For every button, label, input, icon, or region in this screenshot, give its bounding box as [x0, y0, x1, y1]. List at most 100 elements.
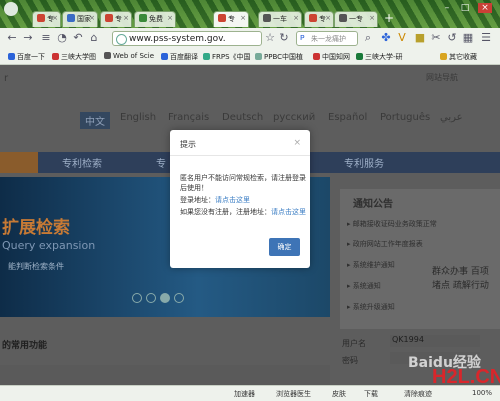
page-icon [339, 14, 347, 22]
grid-icon[interactable]: ▦ [462, 32, 474, 44]
bookmark-item[interactable]: 百度一下 [8, 52, 45, 62]
status-bar: 加速器 浏览器医生 皮肤 下载 清除痕迹 100% [0, 385, 500, 401]
clear-history-button[interactable]: 清除痕迹 [404, 389, 432, 399]
lang-portuguese[interactable]: Português [380, 112, 430, 123]
carousel-dot-active[interactable] [160, 293, 170, 303]
refresh-icon[interactable]: ↻ [278, 32, 290, 44]
password-label: 密码 [342, 356, 358, 365]
dialog-login-row: 登录地址：请点击这里 [180, 196, 250, 204]
bookmark-item[interactable]: 中国知网 [313, 52, 350, 62]
nav-patent-search[interactable]: 专利检索 [62, 155, 102, 170]
accelerator-button[interactable]: 加速器 [234, 389, 255, 399]
search-icon[interactable]: ⌕ [362, 32, 374, 44]
bookmark-item[interactable]: 百度翻译 [161, 52, 198, 62]
ad-sticker: 群众办事 百项堵点 疏解行动 [432, 267, 489, 291]
hero-description: 能判断检索条件 [8, 262, 64, 271]
wos-icon [104, 52, 111, 59]
forward-icon[interactable]: → [22, 32, 34, 44]
folder-icon [440, 53, 447, 60]
extension-icon[interactable]: ■ [414, 32, 426, 44]
ok-button[interactable]: 确定 [269, 238, 300, 256]
globe-icon [116, 34, 127, 45]
paw-icon[interactable]: ✤ [380, 32, 392, 44]
login-link[interactable]: 请点击这里 [215, 196, 250, 204]
page-icon [218, 14, 226, 22]
settings-menu-icon[interactable]: ☰ [480, 32, 492, 44]
tab-7[interactable]: 专 × [304, 11, 334, 27]
lang-english[interactable]: English [120, 112, 156, 123]
vip-icon[interactable]: V [396, 32, 408, 44]
nav-patent-service[interactable]: 专利服务 [344, 155, 384, 170]
close-icon[interactable]: × [123, 14, 129, 22]
history-icon[interactable]: ◔ [56, 32, 68, 44]
register-link[interactable]: 请点击这里 [271, 208, 306, 216]
star-icon[interactable]: ☆ [264, 32, 276, 44]
tab-6[interactable]: 一车 × [258, 11, 302, 27]
close-icon[interactable]: × [240, 14, 246, 22]
bookmark-item[interactable]: 三峡大学图 [52, 52, 96, 62]
tab-3[interactable]: 专 × [100, 11, 132, 27]
close-window-icon[interactable]: × [478, 3, 492, 13]
close-icon[interactable]: × [89, 14, 95, 22]
bookmark-folder[interactable]: 其它收藏 [440, 52, 477, 62]
notice-item[interactable]: ▸ 系统通知 [347, 281, 381, 291]
lang-arabic[interactable]: عربي [440, 112, 463, 123]
download-button[interactable]: 下载 [364, 389, 378, 399]
tab-4[interactable]: 免费 × [134, 11, 176, 27]
bookmark-item[interactable]: Web of Scie [104, 52, 154, 60]
close-icon[interactable]: × [52, 14, 58, 22]
avatar-icon[interactable] [4, 2, 18, 16]
lang-russian[interactable]: русский [273, 112, 315, 123]
url-input[interactable]: www.pss-system.gov. [112, 31, 262, 46]
dialog-message: 匿名用户不能访问常规检索，请注册登录后使用！ [180, 174, 306, 192]
close-icon[interactable]: × [325, 14, 331, 22]
nav-patent[interactable]: 专 [156, 155, 166, 170]
minimize-icon[interactable]: – [440, 3, 454, 13]
bookmark-item[interactable]: PPBC中国植 [255, 52, 303, 62]
undo-closed-tab-icon[interactable]: ↺ [446, 32, 458, 44]
home-icon[interactable]: ⌂ [88, 32, 100, 44]
search-input[interactable]: ᴘ 朱一龙痛护 [296, 31, 358, 46]
lang-spanish[interactable]: Español [328, 112, 367, 123]
frps-icon [203, 53, 210, 60]
tab-5-active[interactable]: 专 × [213, 11, 249, 27]
close-icon[interactable]: × [369, 14, 375, 22]
undo-icon[interactable]: ↶ [72, 32, 84, 44]
tab-8[interactable]: 一专 × [334, 11, 378, 27]
university-icon [52, 53, 59, 60]
lang-french[interactable]: Français [168, 112, 209, 123]
function-tiles [0, 365, 330, 385]
skin-button[interactable]: 皮肤 [332, 389, 346, 399]
maximize-icon[interactable]: □ [458, 3, 472, 13]
scissors-icon[interactable]: ✂ [430, 32, 442, 44]
lang-german[interactable]: Deutsch [222, 112, 263, 123]
bookmark-item[interactable]: 三峡大学-研 [356, 52, 403, 62]
logo-fragment: r [4, 73, 9, 84]
dialog-close-icon[interactable]: × [293, 138, 301, 148]
notice-item[interactable]: ▸ 邮箱接收证码业务政策正常 [347, 219, 437, 229]
bookmark-item[interactable]: FRPS《中国 [203, 52, 251, 62]
hero-title: 扩展检索 [2, 218, 70, 238]
tab-2[interactable]: 国家 × [62, 11, 98, 27]
tab-1[interactable]: 专 × [32, 11, 61, 27]
back-icon[interactable]: ← [6, 32, 18, 44]
zoom-level[interactable]: 100% [472, 389, 492, 397]
nav-home-tab[interactable] [0, 152, 38, 173]
notice-item[interactable]: ▸ 政府网站工作年度报表 [347, 239, 423, 249]
close-icon[interactable]: × [293, 14, 299, 22]
title-bar: 专 × 国家 × 专 × 免费 × 专 × 一车 × 专 × 一专 × + – □ × [0, 0, 500, 28]
browser-doctor-button[interactable]: 浏览器医生 [276, 389, 311, 399]
notice-item[interactable]: ▸ 系统升级通知 [347, 302, 395, 312]
username-input[interactable]: QK1994 [390, 335, 480, 347]
menu-icon[interactable]: ≡ [40, 32, 52, 44]
carousel-dot[interactable] [174, 293, 184, 303]
site-nav-link[interactable]: 网站导航 [426, 72, 458, 83]
notice-item[interactable]: ▸ 系统维护通知 [347, 260, 395, 270]
lang-chinese[interactable]: 中文 [80, 112, 110, 129]
page-icon [309, 14, 317, 22]
carousel-dot[interactable] [132, 293, 142, 303]
carousel-dot[interactable] [146, 293, 156, 303]
cnki-icon [313, 53, 320, 60]
close-icon[interactable]: × [167, 14, 173, 22]
new-tab-icon[interactable]: + [384, 12, 396, 24]
